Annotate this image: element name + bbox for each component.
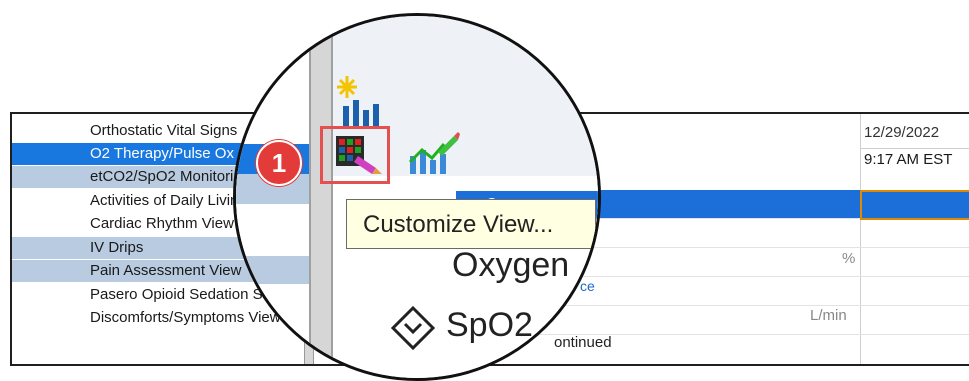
selected-cell[interactable] (860, 190, 969, 220)
lens-row (236, 256, 309, 284)
column-time: 9:17 AM EST (864, 151, 953, 168)
highlight-box (320, 126, 390, 184)
step-badge: 1 (256, 140, 302, 186)
column-header[interactable]: 12/29/2022 9:17 AM EST (860, 124, 969, 178)
unit-percent: % (842, 250, 856, 267)
graph-edit-icon[interactable] (408, 132, 460, 176)
oxygen-label: Oxygen (452, 246, 570, 284)
header-divider (860, 148, 969, 149)
diamond-arrow-icon[interactable] (391, 306, 435, 350)
spo2-label: SpO2 (446, 306, 533, 344)
customize-view-tooltip: Customize View... (346, 199, 596, 249)
lens-splitter (309, 16, 333, 378)
chart-star-icon[interactable] (337, 76, 387, 128)
column-date: 12/29/2022 (864, 124, 940, 141)
magnifier-lens: Ox Oxygen SpO2 Customize View... (233, 13, 601, 381)
